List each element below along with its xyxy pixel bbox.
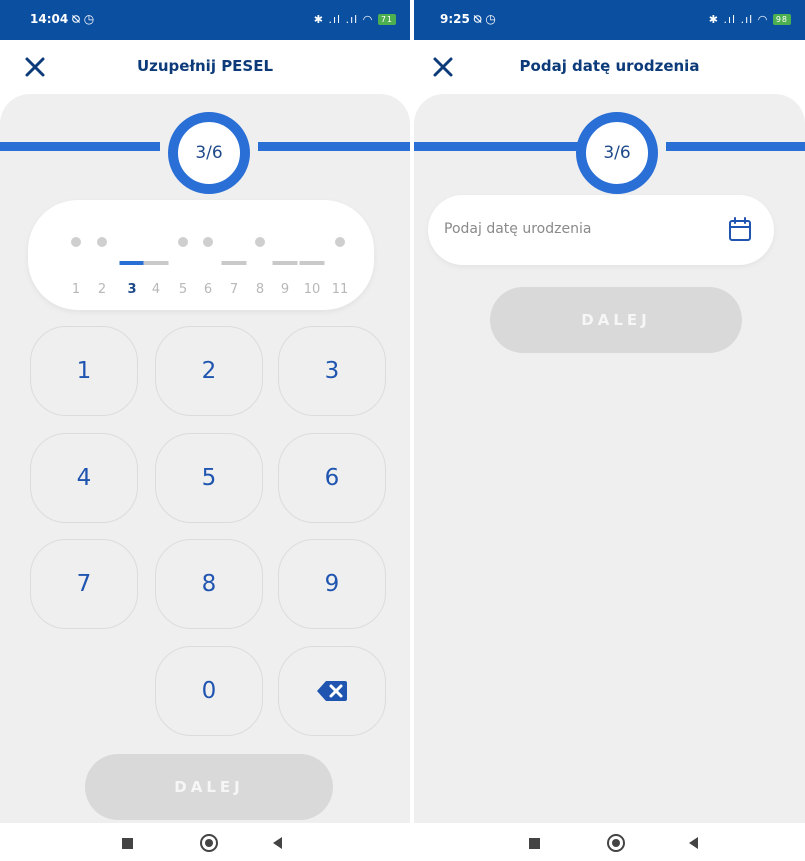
birthdate-placeholder: Podaj datę urodzenia bbox=[444, 221, 592, 237]
progress-line-right bbox=[666, 142, 805, 151]
status-time: 9:25 ⍉ ◷ bbox=[440, 12, 496, 27]
key-4[interactable]: 4 bbox=[30, 433, 138, 523]
status-icons: ✱ .ıl .ıl ◠ 71 bbox=[314, 13, 396, 26]
recent-apps-icon[interactable] bbox=[529, 838, 540, 849]
home-icon[interactable] bbox=[200, 834, 218, 852]
status-bar: 9:25 ⍉ ◷ ✱ .ıl .ıl ◠ 98 bbox=[414, 0, 805, 40]
recent-apps-icon[interactable] bbox=[122, 838, 133, 849]
pesel-digit-slot: 2 bbox=[88, 200, 116, 310]
pesel-digit-number: 9 bbox=[280, 282, 290, 297]
pesel-digit-slot: 7 bbox=[220, 200, 248, 310]
system-nav-bar bbox=[414, 823, 805, 861]
pesel-screen: 14:04 ⍉ ◷ ✱ .ıl .ıl ◠ 71 Uzupełnij PESEL… bbox=[0, 0, 410, 861]
key-6[interactable]: 6 bbox=[278, 433, 386, 523]
pesel-digit-slot: 10 bbox=[298, 200, 326, 310]
step-indicator-label: 3/6 bbox=[603, 143, 631, 163]
pesel-digit-dot bbox=[203, 237, 213, 247]
birthdate-screen: 9:25 ⍉ ◷ ✱ .ıl .ıl ◠ 98 Podaj datę urodz… bbox=[414, 0, 805, 861]
back-icon[interactable] bbox=[273, 837, 282, 849]
key-1[interactable]: 1 bbox=[30, 326, 138, 416]
key-0[interactable]: 0 bbox=[155, 646, 263, 736]
pesel-digit-cursor bbox=[119, 261, 145, 265]
pesel-digit-number: 11 bbox=[331, 282, 349, 297]
next-button[interactable]: DALEJ bbox=[85, 754, 333, 820]
progress-line-right bbox=[258, 142, 410, 151]
pesel-digit-placeholder bbox=[299, 261, 325, 265]
calendar-icon[interactable] bbox=[728, 216, 752, 242]
pesel-digit-slot: 9 bbox=[271, 200, 299, 310]
key-3[interactable]: 3 bbox=[278, 326, 386, 416]
step-indicator: 3/6 bbox=[576, 112, 658, 194]
next-button[interactable]: DALEJ bbox=[490, 287, 742, 353]
signal-wifi-icons: ✱ .ıl .ıl ◠ bbox=[708, 13, 769, 26]
pesel-digit-placeholder bbox=[143, 261, 169, 265]
pesel-digit-number: 2 bbox=[97, 282, 107, 297]
backspace-icon bbox=[317, 681, 347, 701]
pesel-digit-number: 4 bbox=[151, 282, 161, 297]
pesel-digit-dot bbox=[178, 237, 188, 247]
progress-line-left bbox=[0, 142, 160, 151]
pesel-digit-number: 1 bbox=[71, 282, 81, 297]
birthdate-input[interactable]: Podaj datę urodzenia bbox=[428, 195, 774, 265]
pesel-digit-dot bbox=[335, 237, 345, 247]
pesel-digit-slot: 1 bbox=[62, 200, 90, 310]
pesel-digit-dot bbox=[71, 237, 81, 247]
status-icons: ✱ .ıl .ıl ◠ 98 bbox=[709, 13, 791, 26]
key-8[interactable]: 8 bbox=[155, 539, 263, 629]
pesel-digit-number: 10 bbox=[303, 282, 321, 297]
pesel-digit-dot bbox=[255, 237, 265, 247]
key-2[interactable]: 2 bbox=[155, 326, 263, 416]
pesel-digit-number: 7 bbox=[229, 282, 239, 297]
signal-wifi-icons: ✱ .ıl .ıl ◠ bbox=[313, 13, 374, 26]
battery-icon: 98 bbox=[772, 14, 791, 25]
step-indicator-label: 3/6 bbox=[195, 143, 223, 163]
pesel-digit-number: 6 bbox=[203, 282, 213, 297]
app-header: Uzupełnij PESEL bbox=[0, 40, 410, 94]
status-bar: 14:04 ⍉ ◷ ✱ .ıl .ıl ◠ 71 bbox=[0, 0, 410, 40]
status-time-text: 14:04 bbox=[30, 12, 69, 26]
pesel-digit-number: 5 bbox=[178, 282, 188, 297]
key-7[interactable]: 7 bbox=[30, 539, 138, 629]
pesel-digit-number: 8 bbox=[255, 282, 265, 297]
content-area: 3/6 Podaj datę urodzenia DALEJ bbox=[414, 94, 805, 823]
system-nav-bar bbox=[0, 823, 410, 861]
status-left-icons: ⍉ ◷ bbox=[474, 12, 496, 26]
key-5[interactable]: 5 bbox=[155, 433, 263, 523]
progress-line-left bbox=[414, 142, 579, 151]
pesel-digit-placeholder bbox=[221, 261, 247, 265]
key-9[interactable]: 9 bbox=[278, 539, 386, 629]
pesel-digit-slot: 6 bbox=[194, 200, 222, 310]
pesel-digit-slot: 5 bbox=[169, 200, 197, 310]
backspace-key[interactable] bbox=[278, 646, 386, 736]
back-icon[interactable] bbox=[689, 837, 698, 849]
pesel-display: 1 2 3 4 5 6 7 8 9 10 11 bbox=[28, 200, 374, 310]
app-header: Podaj datę urodzenia bbox=[414, 40, 805, 94]
page-title: Uzupełnij PESEL bbox=[136, 57, 274, 75]
page-title: Podaj datę urodzenia bbox=[519, 57, 700, 75]
pesel-digit-slot: 8 bbox=[246, 200, 274, 310]
status-left-icons: ⍉ ◷ bbox=[72, 12, 95, 26]
pesel-digit-placeholder bbox=[272, 261, 298, 265]
step-indicator: 3/6 bbox=[168, 112, 250, 194]
battery-icon: 71 bbox=[377, 14, 396, 25]
status-time-text: 9:25 bbox=[440, 12, 470, 26]
pesel-digit-slot: 4 bbox=[142, 200, 170, 310]
status-time: 14:04 ⍉ ◷ bbox=[30, 12, 94, 27]
pesel-digit-slot: 11 bbox=[326, 200, 354, 310]
home-icon[interactable] bbox=[607, 834, 625, 852]
content-area: 3/6 1 2 3 4 5 6 7 8 9 10 11 1 2 3 4 5 6 7 8 9 0 DA… bbox=[0, 94, 410, 823]
pesel-digit-dot bbox=[97, 237, 107, 247]
